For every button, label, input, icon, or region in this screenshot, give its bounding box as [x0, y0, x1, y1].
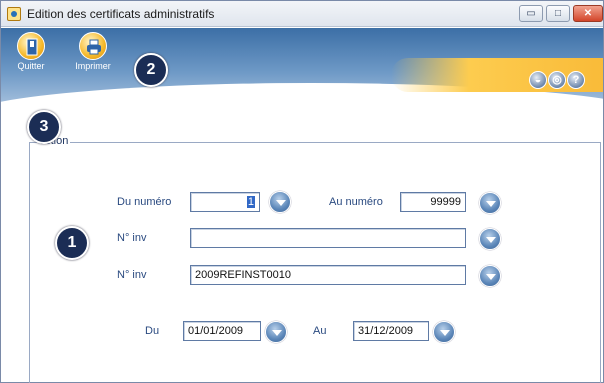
- callout-3-badge: 3: [27, 110, 61, 144]
- au-numero-field[interactable]: 99999: [400, 192, 466, 212]
- print-label: Imprimer: [75, 61, 111, 71]
- window-title: Edition des certificats administratifs: [27, 7, 215, 21]
- quit-label: Quitter: [17, 61, 45, 71]
- selection-groupbox: [29, 142, 601, 383]
- minimize-button[interactable]: ▭: [519, 5, 543, 22]
- title-bar: Edition des certificats administratifs ▭…: [1, 1, 603, 27]
- du-numero-label: Du numéro: [117, 196, 172, 208]
- au-date-field[interactable]: 31/12/2009: [353, 321, 429, 341]
- ninv1-field[interactable]: [190, 228, 466, 248]
- au-numero-label: Au numéro: [329, 196, 383, 208]
- app-window: Edition des certificats administratifs ▭…: [0, 0, 604, 383]
- ninv1-dropdown-icon[interactable]: [479, 228, 501, 250]
- close-button[interactable]: ✕: [573, 5, 603, 22]
- du-numero-field[interactable]: 1: [190, 192, 260, 212]
- help-icons-group: ◒ ◎?: [529, 71, 586, 89]
- au-numero-dropdown-icon[interactable]: [479, 192, 501, 214]
- quit-button[interactable]: Quitter: [7, 32, 55, 71]
- au-label: Au: [313, 325, 327, 337]
- au-date-dropdown-icon[interactable]: [433, 321, 455, 343]
- app-icon: [7, 7, 21, 21]
- du-label: Du: [145, 325, 160, 337]
- graduation-cap-icon[interactable]: ◒: [529, 71, 547, 89]
- ninv2-label: N° inv: [117, 269, 147, 281]
- du-date-dropdown-icon[interactable]: [265, 321, 287, 343]
- ninv1-label: N° inv: [117, 232, 147, 244]
- du-date-field[interactable]: 01/01/2009: [183, 321, 261, 341]
- callout-2-badge: 2: [134, 53, 168, 87]
- printer-icon: [79, 32, 107, 60]
- headset-icon[interactable]: ◎: [548, 71, 566, 89]
- callout-1-badge: 1: [55, 226, 89, 260]
- ninv2-dropdown-icon[interactable]: [479, 265, 501, 287]
- du-numero-dropdown-icon[interactable]: [269, 191, 291, 213]
- print-button[interactable]: Imprimer: [69, 32, 117, 71]
- door-icon: [17, 32, 45, 60]
- maximize-button[interactable]: □: [546, 5, 570, 22]
- ninv2-field[interactable]: 2009REFINST0010: [190, 265, 466, 285]
- help-icon[interactable]: ?: [567, 71, 585, 89]
- toolbar: Quitter Imprimer ◒ ◎?: [1, 28, 603, 108]
